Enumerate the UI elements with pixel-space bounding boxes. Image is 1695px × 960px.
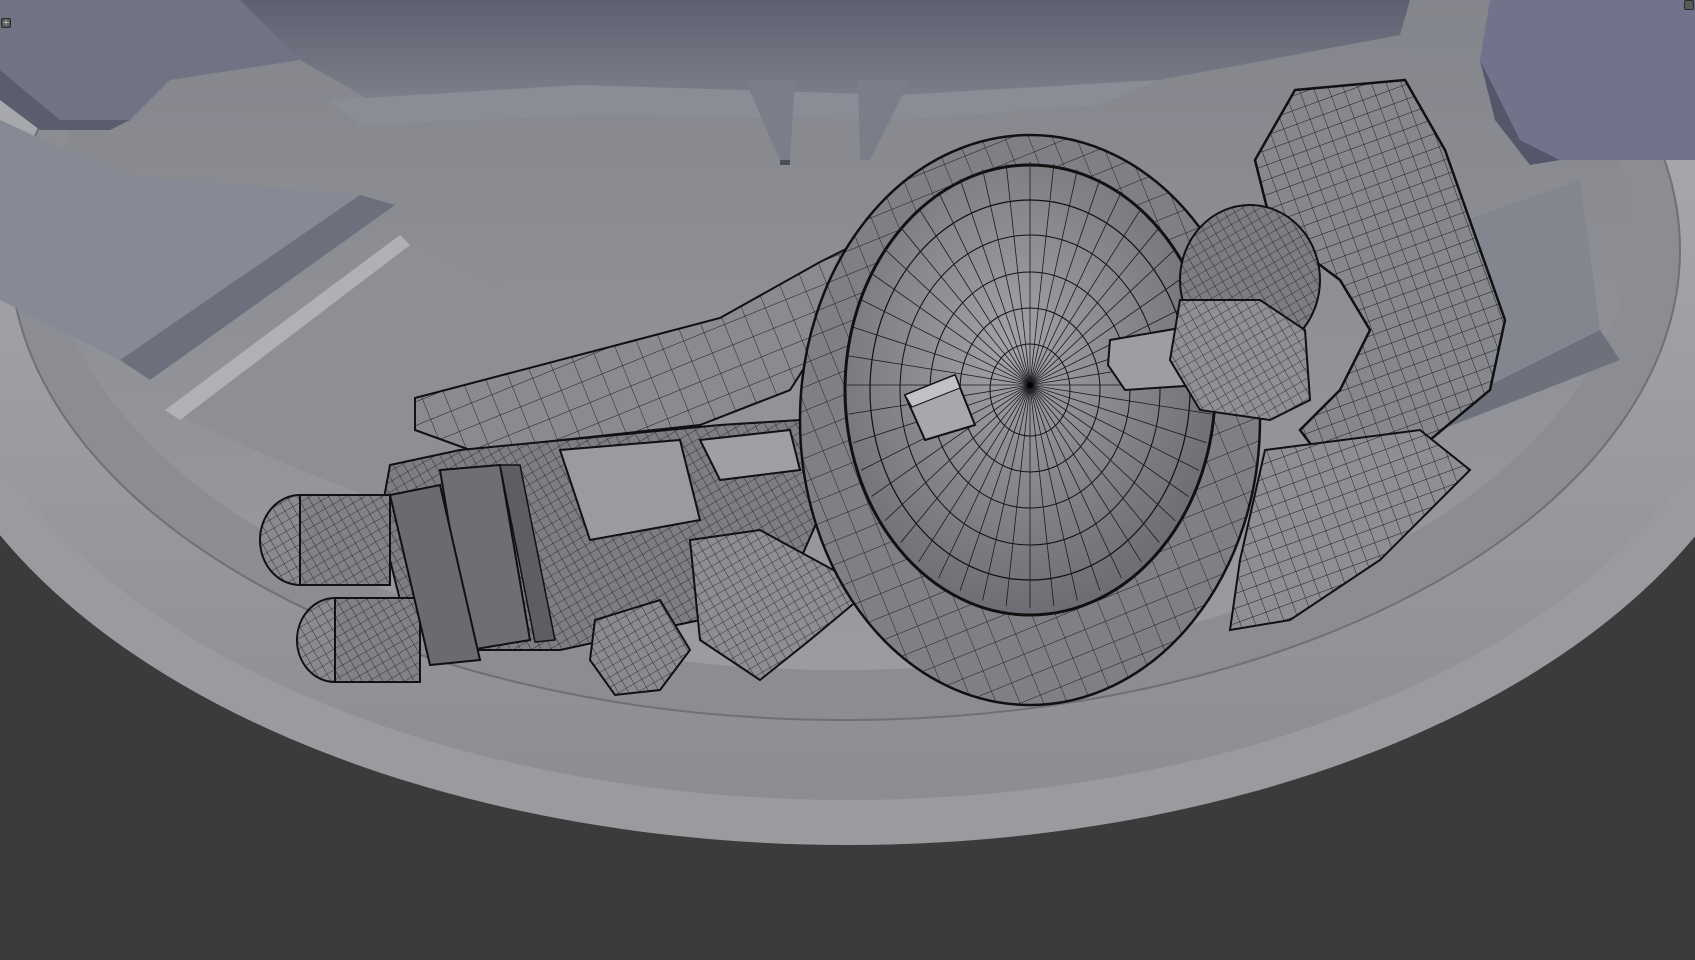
plus-icon[interactable]: + <box>1 18 11 28</box>
3d-viewport[interactable]: + <box>0 0 1695 960</box>
plus-icon[interactable] <box>1684 0 1694 10</box>
viewport-scene[interactable] <box>0 0 1695 960</box>
